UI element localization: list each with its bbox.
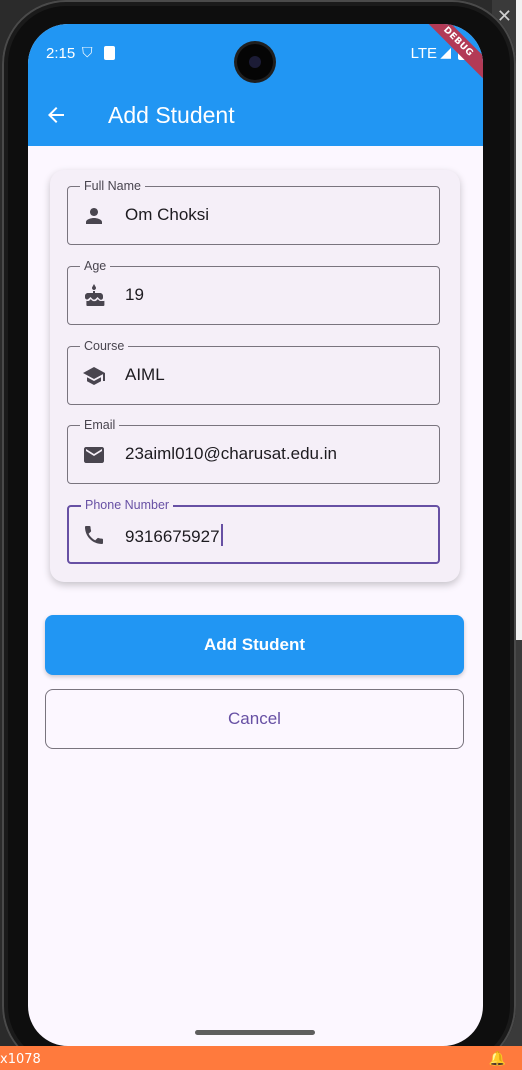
app-screen: 2:15 ⛉ LTE ◢ DEBUG Add Student Full Name… bbox=[28, 24, 483, 1046]
full-name-value: Om Choksi bbox=[125, 205, 210, 224]
phone-number-value: 9316675927 bbox=[125, 524, 223, 547]
email-label: Email bbox=[80, 417, 120, 433]
signal-icon: ◢ bbox=[440, 45, 451, 61]
text-cursor bbox=[220, 524, 223, 546]
shield-icon: ⛉ bbox=[82, 45, 93, 61]
course-value: AIML bbox=[125, 365, 165, 384]
course-field[interactable]: Course AIML bbox=[67, 338, 440, 405]
school-icon bbox=[83, 367, 105, 385]
age-field[interactable]: Age 19 bbox=[67, 258, 440, 325]
email-icon bbox=[84, 447, 104, 463]
cake-icon bbox=[85, 284, 105, 306]
host-status-bar: x1078 🔔 bbox=[0, 1046, 522, 1070]
course-label: Course bbox=[80, 338, 129, 354]
arrow-back-icon bbox=[48, 107, 64, 123]
phone-number-label: Phone Number bbox=[81, 497, 174, 513]
back-button[interactable] bbox=[44, 98, 74, 132]
status-time: 2:15 bbox=[46, 45, 76, 62]
phone-icon bbox=[85, 526, 103, 544]
full-name-field[interactable]: Full Name Om Choksi bbox=[67, 178, 440, 245]
host-resolution-label: x1078 bbox=[0, 1052, 41, 1067]
student-form-card: Full Name Om Choksi Age 19 Course AIML E… bbox=[50, 170, 460, 582]
home-indicator[interactable] bbox=[195, 1030, 315, 1035]
network-label: LTE bbox=[410, 45, 437, 62]
person-icon bbox=[86, 208, 102, 224]
host-panel-strip bbox=[516, 0, 522, 640]
page-title: Add Student bbox=[108, 102, 235, 128]
app-bar: 2:15 ⛉ LTE ◢ DEBUG Add Student bbox=[28, 24, 483, 146]
email-field[interactable]: Email 23aiml010@charusat.edu.in bbox=[67, 417, 440, 484]
phone-frame: 2:15 ⛉ LTE ◢ DEBUG Add Student Full Name… bbox=[2, 0, 516, 1070]
front-camera bbox=[237, 44, 273, 80]
age-value: 19 bbox=[125, 285, 144, 304]
phone-number-text: 9316675927 bbox=[125, 527, 220, 546]
cancel-button[interactable]: Cancel bbox=[45, 689, 464, 749]
notification-bell-icon[interactable]: 🔔 bbox=[489, 1050, 506, 1067]
age-label: Age bbox=[80, 258, 111, 274]
sd-card-icon bbox=[104, 46, 115, 60]
email-value: 23aiml010@charusat.edu.in bbox=[125, 444, 337, 463]
full-name-label: Full Name bbox=[80, 178, 145, 194]
add-student-button[interactable]: Add Student bbox=[45, 615, 464, 675]
phone-number-field[interactable]: Phone Number 9316675927 bbox=[67, 497, 440, 564]
